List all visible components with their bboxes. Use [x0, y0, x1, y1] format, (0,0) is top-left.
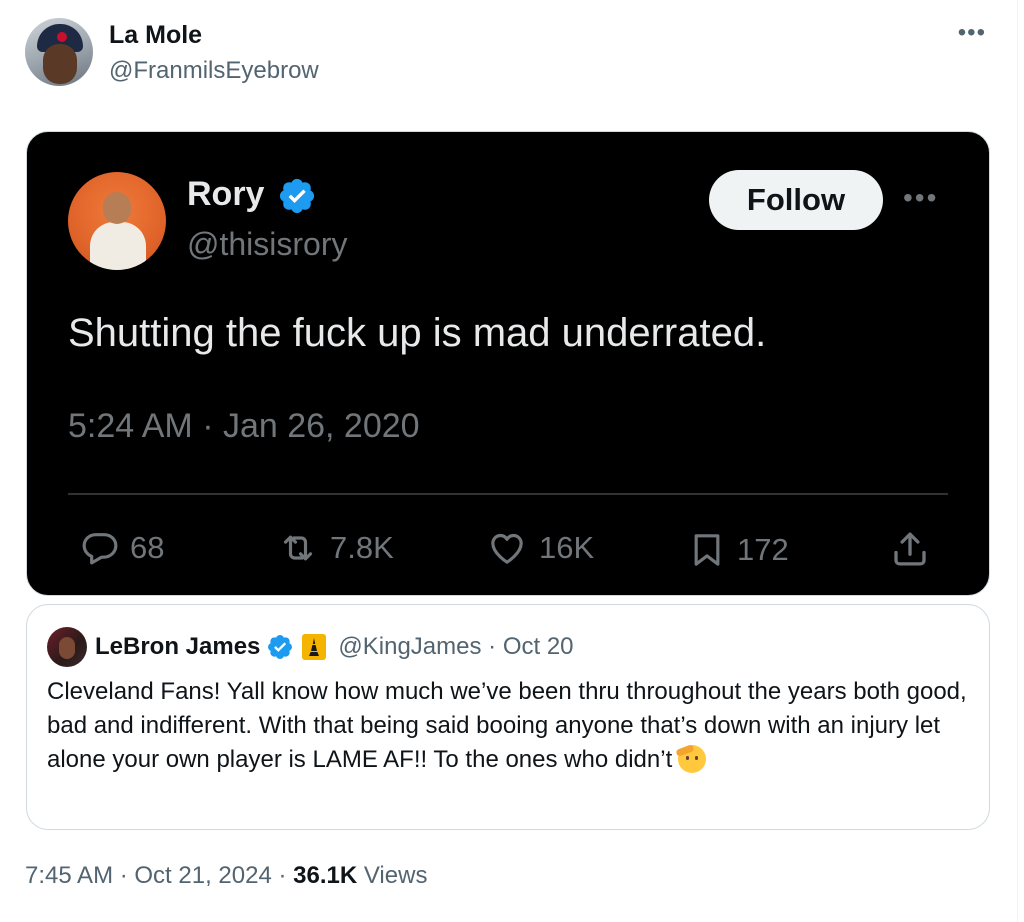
- embedded-tweet-text: Shutting the fuck up is mad underrated.: [68, 311, 767, 355]
- author-names: La Mole @FranmilsEyebrow: [109, 18, 319, 87]
- like-icon: [491, 533, 523, 564]
- salute-emoji: [678, 745, 707, 773]
- verified-badge-icon: [279, 178, 315, 214]
- quoted-tweet[interactable]: LeBron James @KingJames · Oct 20 Clevela…: [26, 604, 990, 830]
- views-count: 36.1K: [293, 862, 358, 889]
- author-handle[interactable]: @FranmilsEyebrow: [109, 55, 319, 87]
- tweet-timestamp[interactable]: 7:45 AM · Oct 21, 2024 ·: [25, 862, 293, 889]
- quoted-author-handle-date: @KingJames · Oct 20: [338, 633, 574, 660]
- bookmark-count: 172: [737, 532, 789, 567]
- more-options-icon[interactable]: •••: [958, 21, 986, 45]
- embedded-divider: [68, 493, 948, 495]
- embedded-share-stat: [889, 528, 931, 570]
- embedded-timestamp: 5:24 AM · Jan 26, 2020: [68, 407, 420, 445]
- retweet-count: 7.8K: [330, 530, 394, 565]
- page-right-border: [1017, 0, 1018, 922]
- affiliate-badge-icon[interactable]: [302, 634, 327, 660]
- embedded-avatar: [68, 172, 166, 270]
- author-name[interactable]: La Mole: [109, 19, 319, 51]
- quoted-tweet-text-content: Cleveland Fans! Yall know how much we’ve…: [47, 678, 967, 773]
- embedded-tweet-image[interactable]: Rory @thisisrory Follow ••• Shutting the…: [26, 131, 990, 596]
- retweet-icon: [283, 535, 313, 561]
- tweet-author[interactable]: La Mole @FranmilsEyebrow: [25, 18, 319, 87]
- quoted-author-avatar[interactable]: [47, 627, 87, 667]
- bookmark-icon: [694, 534, 720, 566]
- reply-count: 68: [130, 530, 165, 565]
- quoted-tweet-text: Cleveland Fans! Yall know how much we’ve…: [47, 675, 967, 777]
- verified-badge-icon: [268, 635, 293, 659]
- quoted-author-name[interactable]: LeBron James: [95, 631, 260, 663]
- embedded-author-handle: @thisisrory: [187, 226, 348, 262]
- embedded-reply-stat: 68: [80, 528, 164, 568]
- quoted-tweet-header: LeBron James @KingJames · Oct 20: [95, 631, 574, 663]
- reply-icon: [82, 533, 118, 565]
- views-label: Views: [357, 862, 428, 889]
- embedded-retweet-stat: 7.8K: [276, 528, 394, 568]
- like-count: 16K: [539, 530, 595, 565]
- embedded-bookmark-stat: 172: [687, 528, 789, 572]
- embedded-like-stat: 16K: [485, 528, 594, 568]
- embedded-author-name: Rory: [187, 175, 265, 213]
- follow-button: Follow: [709, 170, 883, 230]
- author-avatar[interactable]: [25, 18, 93, 86]
- share-icon: [894, 532, 926, 566]
- embedded-more-icon: •••: [903, 182, 939, 213]
- tweet-footer: 7:45 AM · Oct 21, 2024 · 36.1K Views: [25, 860, 427, 892]
